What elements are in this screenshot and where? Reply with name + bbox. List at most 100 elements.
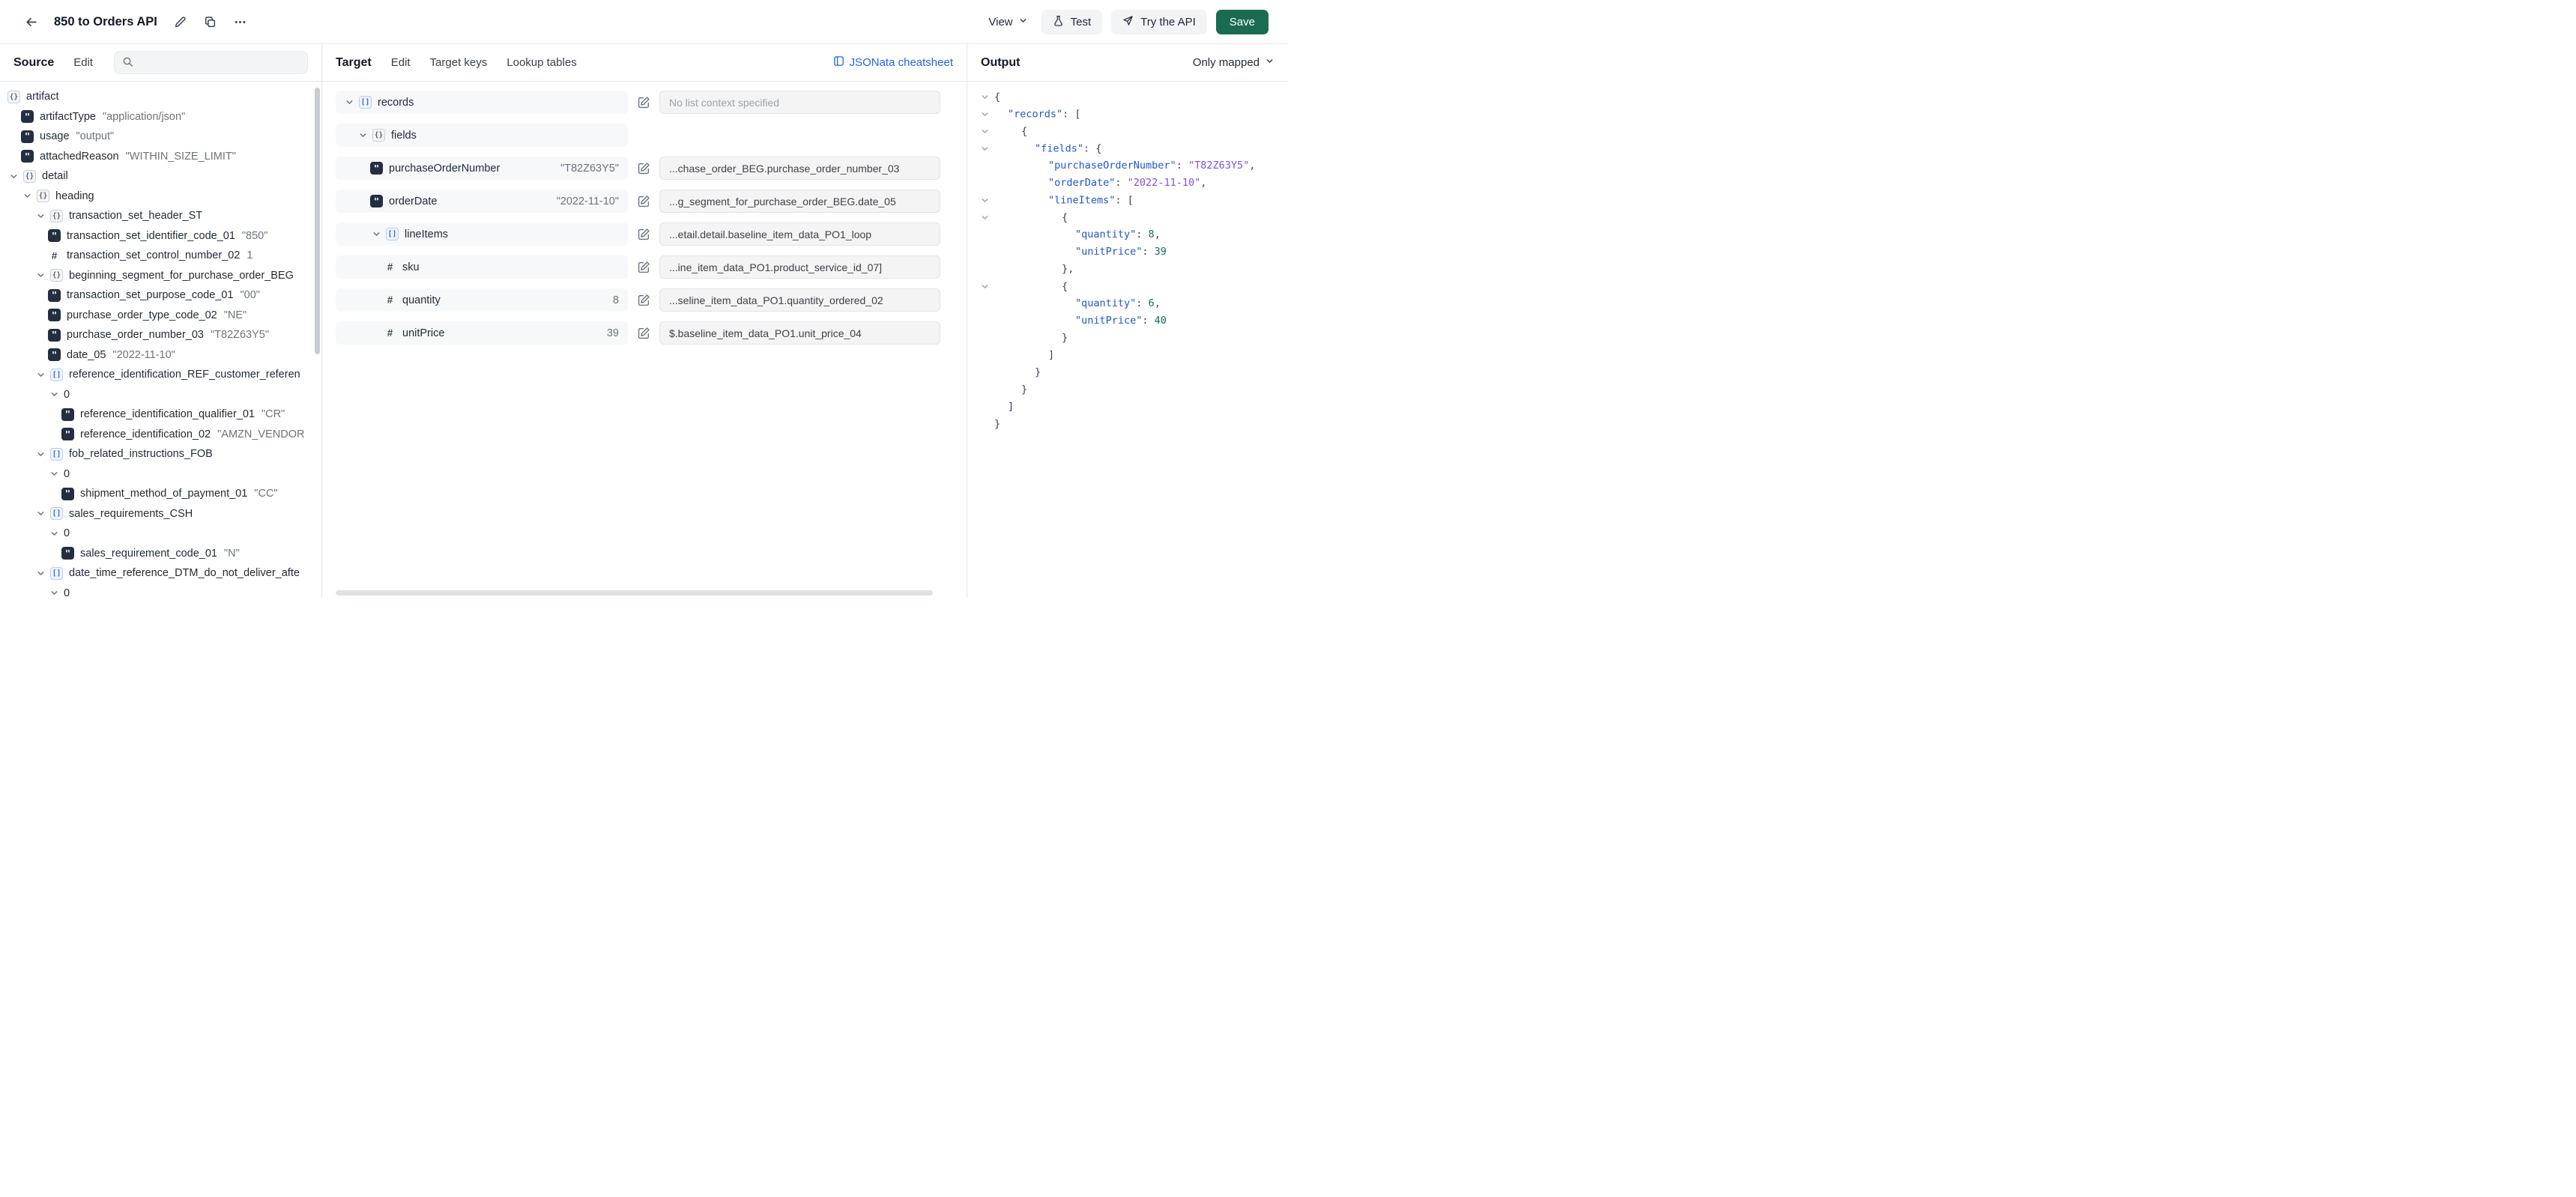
source-tree-row[interactable]: "attachedReason"WITHIN_SIZE_LIMIT" (0, 147, 321, 167)
chevron-down-icon[interactable] (48, 588, 60, 598)
edit-mapping-icon[interactable] (634, 327, 653, 339)
source-tree-row[interactable]: "date_05"2022-11-10" (0, 345, 321, 366)
chevron-down-icon[interactable] (48, 529, 60, 539)
collapse-chevron-icon[interactable] (975, 192, 994, 209)
source-tree-row[interactable]: []date_time_reference_DTM_do_not_deliver… (0, 563, 321, 584)
source-tree-row[interactable]: []sales_requirements_CSH (0, 504, 321, 524)
field-name: usage (40, 130, 70, 142)
mapping-expression-input[interactable] (659, 157, 940, 180)
source-search-box[interactable] (114, 51, 308, 74)
source-tree-row[interactable]: "purchase_order_number_03"T82Z63Y5" (0, 325, 321, 345)
chevron-down-icon[interactable] (21, 191, 33, 201)
source-tree-row[interactable]: {}heading (0, 187, 321, 207)
more-options-icon[interactable] (229, 10, 252, 33)
chevron-down-icon[interactable] (370, 229, 382, 239)
chevron-down-icon[interactable] (34, 270, 46, 280)
test-button[interactable]: Test (1041, 10, 1103, 34)
copy-icon[interactable] (199, 10, 222, 33)
mapping-row: #unitPrice39 (336, 321, 940, 345)
edit-mapping-icon[interactable] (634, 195, 653, 207)
source-tree-row[interactable]: 0 (0, 524, 321, 544)
target-tree-row[interactable]: []records (336, 91, 628, 114)
search-input[interactable] (139, 56, 300, 70)
chevron-down-icon[interactable] (34, 449, 46, 459)
collapse-chevron-icon[interactable] (975, 209, 994, 226)
chevron-down-icon[interactable] (34, 509, 46, 518)
edit-mapping-icon[interactable] (634, 261, 653, 273)
edit-mapping-icon[interactable] (634, 294, 653, 306)
collapse-chevron-icon[interactable] (975, 106, 994, 123)
target-tab-edit[interactable]: Edit (391, 56, 411, 69)
edit-mapping-icon[interactable] (634, 96, 653, 109)
mapping-expression-input[interactable] (659, 288, 940, 312)
object-icon: {} (23, 170, 36, 183)
jsonata-cheatsheet-link[interactable]: JSONata cheatsheet (833, 55, 953, 70)
mapping-expression-wrap (659, 91, 940, 114)
mapping-row: []lineItems (336, 222, 940, 246)
source-tree-row[interactable]: 0 (0, 385, 321, 405)
mapping-expression-wrap (659, 255, 940, 279)
chevron-down-icon[interactable] (34, 569, 46, 578)
collapse-chevron-icon[interactable] (975, 123, 994, 140)
source-tree-row[interactable]: 0 (0, 584, 321, 598)
source-tree-row[interactable]: {}beginning_segment_for_purchase_order_B… (0, 266, 321, 286)
edit-mapping-icon[interactable] (634, 162, 653, 175)
chevron-down-icon[interactable] (48, 390, 60, 399)
chevron-down-icon[interactable] (48, 469, 60, 479)
source-tree-row[interactable]: "artifactType"application/json" (0, 107, 321, 127)
target-tab-lookup-tables[interactable]: Lookup tables (507, 56, 576, 69)
source-tree-row[interactable]: {}artifact (0, 87, 321, 107)
target-tree-row[interactable]: {}fields (336, 124, 628, 147)
target-tree-row[interactable]: "orderDate"2022-11-10" (336, 190, 628, 213)
field-name: transaction_set_control_number_02 (67, 249, 240, 261)
edit-mapping-icon[interactable] (634, 228, 653, 240)
output-filter-dropdown[interactable]: Only mapped (1193, 56, 1275, 69)
source-tree-row[interactable]: 0 (0, 464, 321, 485)
chevron-down-icon[interactable] (343, 97, 355, 107)
source-tree-row[interactable]: []reference_identification_REF_customer_… (0, 365, 321, 385)
chevron-down-icon[interactable] (7, 172, 19, 181)
mapping-expression-input[interactable] (659, 255, 940, 279)
chevron-down-icon[interactable] (34, 211, 46, 221)
source-tree-row[interactable]: []fob_related_instructions_FOB (0, 444, 321, 464)
try-api-button[interactable]: Try the API (1111, 10, 1207, 34)
source-tree-row[interactable]: {}detail (0, 166, 321, 187)
collapse-chevron-icon[interactable] (975, 88, 994, 106)
source-tab-edit[interactable]: Edit (73, 56, 93, 69)
source-tree-row[interactable]: "reference_identification_qualifier_01"C… (0, 404, 321, 425)
collapse-chevron-icon[interactable] (975, 278, 994, 295)
json-token: : [ (1062, 109, 1080, 121)
source-tree-row[interactable]: "transaction_set_purpose_code_01"00" (0, 285, 321, 306)
rename-icon[interactable] (169, 10, 192, 33)
view-dropdown[interactable]: View (984, 11, 1032, 33)
source-tree-row[interactable]: "shipment_method_of_payment_01"CC" (0, 484, 321, 504)
field-value: "output" (76, 130, 115, 142)
source-vertical-scrollbar[interactable] (315, 88, 320, 354)
source-tree-row[interactable]: {}transaction_set_header_ST (0, 206, 321, 226)
target-tree-row[interactable]: "purchaseOrderNumber"T82Z63Y5" (336, 157, 628, 180)
back-button[interactable] (19, 10, 42, 33)
mapping-expression-input[interactable] (659, 321, 940, 345)
source-tree-row[interactable]: "transaction_set_identifier_code_01"850" (0, 226, 321, 246)
source-tree-row[interactable]: "purchase_order_type_code_02"NE" (0, 306, 321, 326)
source-tree-row[interactable]: "usage"output" (0, 127, 321, 147)
target-horizontal-scrollbar[interactable] (336, 590, 933, 596)
mapping-expression-input[interactable] (659, 190, 940, 213)
save-button[interactable]: Save (1216, 10, 1269, 34)
target-tree-row[interactable]: #sku (336, 255, 628, 279)
mapping-expression-input[interactable] (659, 222, 940, 246)
source-tree-row[interactable]: "reference_identification_02"AMZN_VENDOR (0, 425, 321, 445)
target-tree-row[interactable]: #quantity8 (336, 288, 628, 312)
test-icon (1053, 15, 1064, 29)
output-pane-title: Output (981, 56, 1020, 70)
target-tab-target-keys[interactable]: Target keys (430, 56, 488, 69)
source-tree-row[interactable]: #transaction_set_control_number_021 (0, 246, 321, 266)
mapping-expression-input[interactable] (659, 91, 940, 114)
collapse-chevron-icon[interactable] (975, 140, 994, 157)
field-name: quantity (402, 294, 441, 306)
chevron-down-icon[interactable] (357, 130, 369, 140)
source-tree-row[interactable]: "sales_requirement_code_01"N" (0, 544, 321, 564)
target-tree-row[interactable]: []lineItems (336, 222, 628, 246)
chevron-down-icon[interactable] (34, 370, 46, 380)
target-tree-row[interactable]: #unitPrice39 (336, 321, 628, 345)
